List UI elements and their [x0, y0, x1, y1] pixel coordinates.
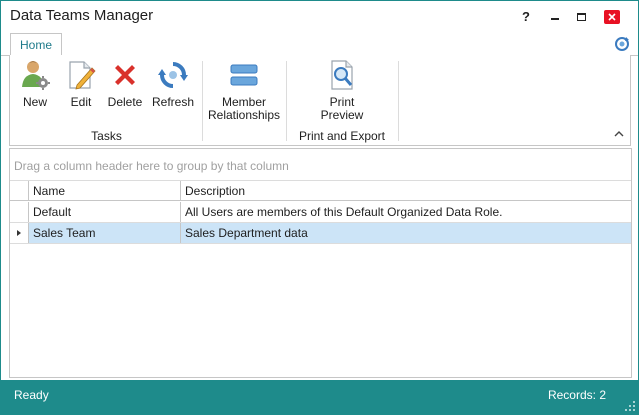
record-count: Records: 2 — [547, 388, 606, 402]
help-button[interactable]: ? — [513, 1, 539, 32]
cell-name[interactable]: Sales Team — [29, 223, 181, 243]
delete-button[interactable]: Delete — [107, 59, 143, 109]
close-button[interactable] — [595, 1, 629, 32]
grid-header: Name Description — [10, 181, 631, 201]
chevron-up-icon — [614, 130, 624, 136]
ribbon-separator — [398, 61, 399, 141]
group-label-print-export: Print and Export — [298, 129, 386, 143]
new-button[interactable]: New — [18, 59, 52, 109]
group-by-panel[interactable]: Drag a column header here to group by th… — [10, 149, 631, 181]
cell-description[interactable]: Sales Department data — [181, 223, 631, 243]
close-icon — [604, 9, 620, 24]
table-row[interactable]: Default All Users are members of this De… — [10, 202, 631, 223]
status-bar: Ready Records: 2 — [1, 380, 638, 414]
member-relationships-button[interactable]: Member Relationships — [208, 59, 280, 122]
row-indicator — [10, 202, 29, 222]
table-row[interactable]: Sales Team Sales Department data — [10, 223, 631, 244]
collapse-ribbon-button[interactable] — [612, 127, 626, 139]
edit-button[interactable]: Edit — [65, 59, 97, 109]
window-title: Data Teams Manager — [10, 7, 154, 24]
print-preview-button[interactable]: Print Preview — [316, 59, 368, 122]
refresh-button-label: Refresh — [151, 95, 195, 109]
cell-description[interactable]: All Users are members of this Default Or… — [181, 202, 631, 222]
maximize-button[interactable] — [567, 1, 595, 32]
minimize-button[interactable] — [541, 1, 569, 32]
row-indicator-header — [10, 181, 29, 200]
data-grid: Drag a column header here to group by th… — [9, 148, 632, 378]
delete-icon — [115, 65, 135, 85]
status-text: Ready — [14, 388, 49, 402]
print-preview-icon — [331, 60, 353, 90]
new-button-label: New — [22, 95, 47, 109]
column-header-name[interactable]: Name — [29, 181, 181, 200]
refresh-button[interactable]: Refresh — [152, 59, 194, 109]
tab-home[interactable]: Home — [10, 33, 62, 56]
refresh-icon — [158, 62, 188, 88]
print-preview-label: Print Preview — [320, 95, 364, 122]
edit-icon — [69, 61, 96, 90]
resize-grip-icon[interactable] — [625, 401, 635, 411]
ribbon-separator — [202, 61, 203, 141]
new-user-icon — [22, 61, 50, 90]
column-header-description[interactable]: Description — [181, 181, 631, 200]
row-indicator — [10, 223, 29, 243]
maximize-icon — [576, 12, 586, 21]
delete-button-label: Delete — [107, 95, 143, 109]
ribbon-panel: New Edit Delete Refresh Tasks Member Rel… — [9, 55, 631, 146]
cell-name[interactable]: Default — [29, 202, 181, 222]
member-relationships-label: Member Relationships — [207, 95, 281, 122]
ribbon-tab-strip: Home — [1, 32, 638, 56]
current-row-icon — [17, 230, 21, 236]
group-label-tasks: Tasks — [91, 129, 122, 143]
title-bar[interactable]: Data Teams Manager ? — [1, 1, 638, 32]
edit-button-label: Edit — [70, 95, 92, 109]
minimize-icon — [551, 17, 559, 20]
group-by-hint: Drag a column header here to group by th… — [14, 159, 289, 173]
app-window: Data Teams Manager ? Home New Edit Delet… — [0, 0, 639, 415]
relationships-icon — [230, 64, 258, 86]
refresh-skin-icon[interactable] — [613, 35, 631, 53]
